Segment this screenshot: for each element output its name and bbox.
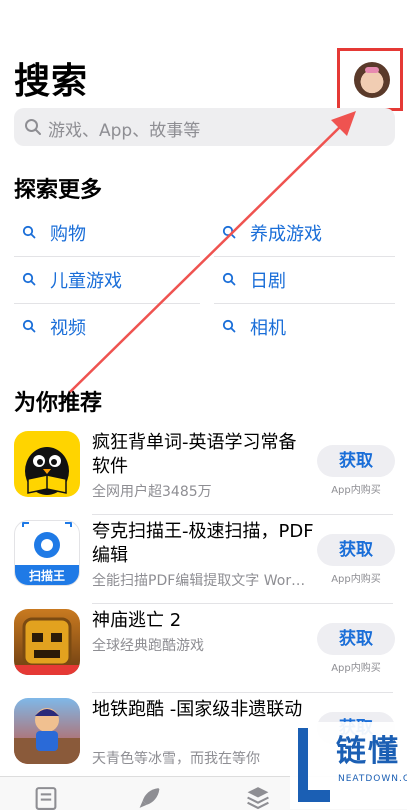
avatar-highlight-box [337, 48, 403, 111]
get-button[interactable]: 获取 [317, 623, 395, 655]
in-app-purchase-note: App内购买 [331, 663, 381, 674]
app-name: 夸克扫描王-极速扫描，PDF编辑 [92, 521, 314, 566]
watermark-logo [298, 728, 330, 802]
divider [92, 514, 393, 515]
in-app-purchase-note: App内购买 [331, 574, 381, 585]
recommend-heading: 为你推荐 [14, 391, 103, 416]
app-subtitle: 全能扫描PDF编辑提取文字 Wor… [92, 573, 306, 589]
explore-item-shopping[interactable]: 购物 [14, 210, 200, 257]
search-icon [22, 272, 36, 286]
app-subtitle: 全网用户超3485万 [92, 484, 212, 500]
get-button[interactable]: 获取 [317, 445, 395, 477]
app-row[interactable]: 扫描王 夸克扫描王-极速扫描，PDF编辑 全能扫描PDF编辑提取文字 Wor… … [14, 516, 407, 604]
search-placeholder: 游戏、App、故事等 [48, 121, 201, 141]
app-subtitle: 天青色等冰雪，而我在等你 [92, 751, 260, 767]
penguin-icon [25, 447, 69, 495]
search-icon [222, 225, 236, 239]
explore-item-label: 养成游戏 [250, 224, 322, 245]
explore-item-kids-games[interactable]: 儿童游戏 [14, 257, 200, 304]
watermark: 链懂 NEATDOWN.COM [290, 722, 407, 809]
divider [92, 692, 393, 693]
explore-item-japanese-drama[interactable]: 日剧 [214, 257, 395, 304]
app-subtitle: 全球经典跑酷游戏 [92, 638, 204, 654]
divider [92, 603, 393, 604]
search-icon [22, 225, 36, 239]
explore-item-camera[interactable]: 相机 [214, 304, 395, 351]
apps-icon[interactable] [244, 785, 272, 810]
get-button[interactable]: 获取 [317, 534, 395, 566]
page-title: 搜索 [14, 61, 89, 102]
search-icon [222, 319, 236, 333]
app-row[interactable]: 神庙逃亡 2 全球经典跑酷游戏 获取 App内购买 [14, 605, 407, 693]
watermark-brand: 链懂 [336, 734, 400, 769]
app-icon[interactable] [14, 609, 80, 675]
in-app-purchase-note: App内购买 [331, 485, 381, 496]
explore-item-label: 相机 [250, 318, 286, 339]
app-icon[interactable] [14, 698, 80, 764]
games-icon[interactable] [136, 785, 164, 810]
search-icon [22, 319, 36, 333]
app-name: 地铁跑酷 -国家级非遗联动 [92, 699, 303, 720]
explore-heading: 探索更多 [14, 178, 103, 203]
search-icon [222, 272, 236, 286]
explore-item-sim-games[interactable]: 养成游戏 [214, 210, 395, 257]
explore-item-label: 购物 [50, 224, 86, 245]
app-row[interactable]: 疯狂背单词-英语学习常备软件 全网用户超3485万 获取 App内购买 [14, 427, 407, 515]
app-name: 神庙逃亡 2 [92, 610, 182, 631]
account-avatar[interactable] [354, 62, 390, 98]
explore-item-label: 日剧 [250, 271, 286, 292]
search-icon [25, 119, 41, 135]
app-icon[interactable] [14, 431, 80, 497]
app-icon[interactable]: 扫描王 [14, 520, 80, 586]
app-name: 疯狂背单词-英语学习常备软件 [92, 432, 297, 477]
app-icon-label: 扫描王 [28, 569, 65, 583]
today-icon[interactable] [32, 785, 60, 810]
watermark-site: NEATDOWN.COM [338, 774, 407, 784]
search-field[interactable]: 游戏、App、故事等 [14, 108, 395, 146]
explore-item-video[interactable]: 视频 [14, 304, 200, 351]
temple-idol-icon [14, 617, 80, 675]
explore-item-label: 儿童游戏 [50, 271, 122, 292]
subway-surfer-icon [14, 708, 80, 764]
explore-item-label: 视频 [50, 318, 86, 339]
